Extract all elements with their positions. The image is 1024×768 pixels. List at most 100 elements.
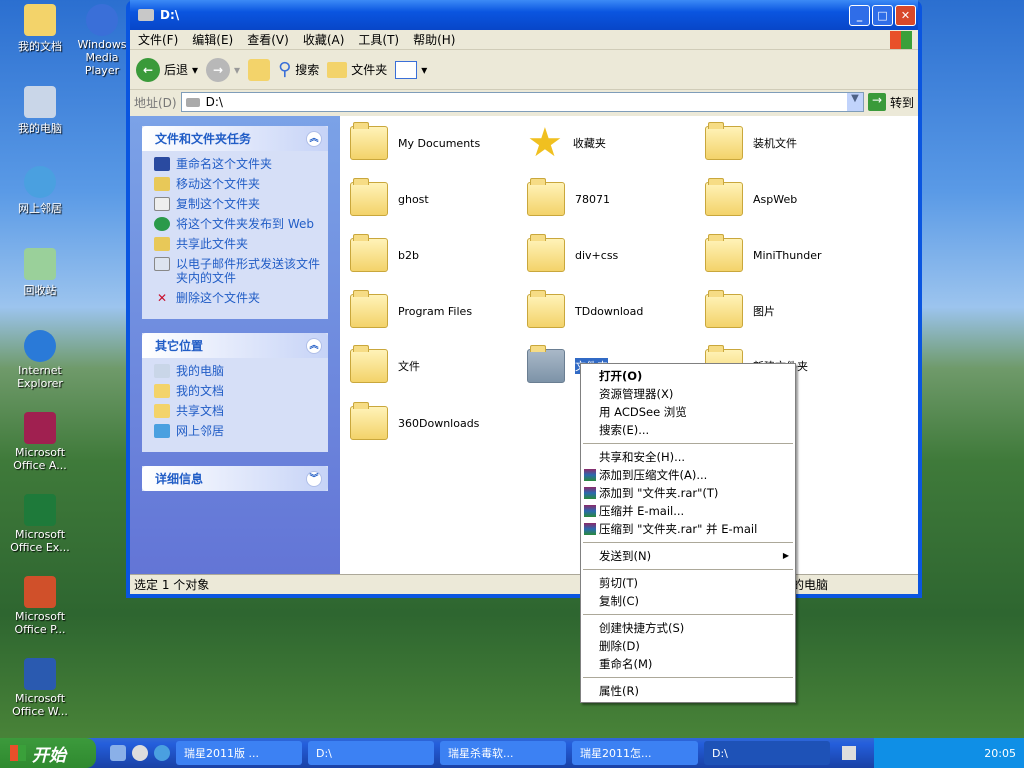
menu-edit[interactable]: 编辑(E) — [192, 31, 233, 48]
close-button[interactable]: ✕ — [895, 4, 916, 26]
search-button[interactable]: ⚲ 搜索 — [278, 59, 319, 80]
file-item[interactable]: ghost — [350, 178, 520, 216]
documents-icon — [154, 384, 170, 398]
menu-file[interactable]: 文件(F) — [138, 31, 178, 48]
place-my-documents[interactable]: 我的文档 — [154, 384, 320, 398]
panel-header[interactable]: 其它位置 ︽ — [142, 333, 328, 358]
window-title: D:\ — [160, 8, 180, 22]
file-item[interactable]: 360Downloads — [350, 402, 520, 440]
collapse-icon[interactable]: ︽ — [306, 130, 322, 147]
context-menu-item[interactable]: 打开(O) — [581, 367, 795, 385]
folder-icon — [705, 234, 743, 272]
context-menu-item[interactable]: 剪切(T) — [581, 574, 795, 592]
place-shared-documents[interactable]: 共享文档 — [154, 404, 320, 418]
title-bar[interactable]: D:\ _ □ ✕ — [130, 0, 918, 30]
keyboard-icon[interactable] — [842, 746, 856, 760]
context-menu-item[interactable]: 复制(C) — [581, 592, 795, 610]
ie-icon[interactable] — [154, 745, 170, 761]
taskbar-item[interactable]: 瑞星杀毒软... — [440, 741, 566, 765]
task-share[interactable]: 共享此文件夹 — [154, 237, 320, 251]
file-item[interactable]: TDdownload — [527, 290, 697, 328]
taskbar-item[interactable]: 瑞星2011版 ... — [176, 741, 302, 765]
folder-icon — [527, 345, 565, 383]
taskbar-item[interactable]: D:\ — [308, 741, 434, 765]
task-rename[interactable]: 重命名这个文件夹 — [154, 157, 320, 171]
desktop-icon[interactable]: 我的电脑 — [0, 86, 80, 136]
address-input[interactable]: D:\ ▼ — [180, 92, 864, 112]
taskbar-item[interactable]: D:\ — [704, 741, 830, 765]
access-icon — [24, 412, 56, 444]
collapse-icon[interactable]: ︽ — [306, 337, 322, 354]
file-item[interactable]: 图片 — [705, 290, 875, 328]
context-menu-item[interactable]: 资源管理器(X) — [581, 385, 795, 403]
start-button[interactable]: 开始 — [0, 738, 96, 768]
desktop-icon[interactable]: Microsoft Office P... — [0, 576, 80, 636]
context-menu-item[interactable]: 属性(R) — [581, 682, 795, 700]
media-player-icon — [86, 4, 118, 36]
file-item[interactable]: ★ 收藏夹 — [527, 123, 697, 163]
context-menu-item[interactable]: 创建快捷方式(S) — [581, 619, 795, 637]
desktop-icon[interactable]: 回收站 — [0, 248, 80, 298]
folders-button[interactable]: 文件夹 — [327, 61, 387, 78]
up-folder-button[interactable] — [248, 58, 271, 81]
clock[interactable]: 20:05 — [984, 747, 1016, 760]
place-my-computer[interactable]: 我的电脑 — [154, 364, 320, 378]
chevron-down-icon[interactable]: ▼ — [846, 93, 863, 111]
folder-icon — [705, 290, 743, 328]
file-item[interactable]: AspWeb — [705, 178, 875, 216]
file-item[interactable]: div+css — [527, 234, 697, 272]
desktop-icon[interactable]: Microsoft Office W... — [0, 658, 80, 718]
desktop-icon[interactable]: Internet Explorer — [0, 330, 80, 390]
file-item[interactable]: Program Files — [350, 290, 520, 328]
menu-help[interactable]: 帮助(H) — [413, 31, 455, 48]
winrar-icon — [584, 487, 596, 499]
menu-favorites[interactable]: 收藏(A) — [303, 31, 345, 48]
task-delete[interactable]: ✕ 删除这个文件夹 — [154, 291, 320, 305]
context-menu-item[interactable]: 用 ACDSee 浏览 — [581, 403, 795, 421]
context-menu-item[interactable]: 压缩并 E-mail... — [581, 502, 795, 520]
panel-header[interactable]: 文件和文件夹任务 ︽ — [142, 126, 328, 151]
folder-icon — [350, 178, 388, 216]
desktop-icon[interactable]: Windows Media Player — [72, 4, 132, 77]
forward-button[interactable]: → ▾ — [206, 57, 240, 82]
file-item[interactable]: b2b — [350, 234, 520, 272]
context-menu-item[interactable]: 共享和安全(H)... — [581, 448, 795, 466]
desktop-icon[interactable]: 我的文档 — [0, 4, 80, 54]
menu-view[interactable]: 查看(V) — [247, 31, 289, 48]
toolbar: ← 后退 ▾ → ▾ ⚲ 搜索 文件夹 ▾ — [130, 50, 918, 90]
system-tray: 20:05 — [874, 738, 1024, 768]
task-email[interactable]: 以电子邮件形式发送该文件夹内的文件 — [154, 257, 320, 285]
file-item[interactable]: 装机文件 — [705, 122, 875, 160]
menu-tools[interactable]: 工具(T) — [358, 31, 399, 48]
context-menu-item[interactable]: 添加到压缩文件(A)... — [581, 466, 795, 484]
desktop-icon[interactable]: 网上邻居 — [0, 166, 80, 216]
file-item[interactable]: 78071 — [527, 178, 697, 216]
context-menu-item[interactable]: 添加到 "文件夹.rar"(T) — [581, 484, 795, 502]
context-menu-item[interactable]: 搜索(E)... — [581, 421, 795, 439]
maximize-button[interactable]: □ — [872, 4, 893, 26]
file-item[interactable]: My Documents — [350, 122, 520, 160]
taskbar-item[interactable]: 瑞星2011怎... — [572, 741, 698, 765]
task-move[interactable]: 移动这个文件夹 — [154, 177, 320, 191]
file-item[interactable]: MiniThunder — [705, 234, 875, 272]
go-button[interactable]: → 转到 — [867, 93, 914, 111]
minimize-button[interactable]: _ — [849, 4, 870, 26]
place-network[interactable]: 网上邻居 — [154, 424, 320, 438]
context-menu-item[interactable]: 删除(D) — [581, 637, 795, 655]
powerpoint-icon — [24, 576, 56, 608]
desktop-icon[interactable]: Microsoft Office A... — [0, 412, 80, 472]
context-menu-item[interactable]: 压缩到 "文件夹.rar" 并 E-mail — [581, 520, 795, 538]
views-button[interactable]: ▾ — [395, 60, 427, 79]
context-menu-item[interactable]: 重命名(M) — [581, 655, 795, 673]
quicklaunch-icon[interactable] — [110, 745, 126, 761]
panel-header[interactable]: 详细信息 ︾ — [142, 466, 328, 491]
task-publish-web[interactable]: 将这个文件夹发布到 Web — [154, 217, 320, 231]
expand-icon[interactable]: ︾ — [306, 470, 322, 487]
back-button[interactable]: ← 后退 ▾ — [136, 57, 198, 82]
context-menu-item[interactable]: 发送到(N) ▶ — [581, 547, 795, 565]
file-item[interactable]: 文件 — [350, 345, 520, 383]
quicklaunch-icon[interactable] — [132, 745, 148, 761]
windows-logo-icon — [890, 30, 912, 49]
desktop-icon[interactable]: Microsoft Office Ex... — [0, 494, 80, 554]
task-copy[interactable]: 复制这个文件夹 — [154, 197, 320, 211]
